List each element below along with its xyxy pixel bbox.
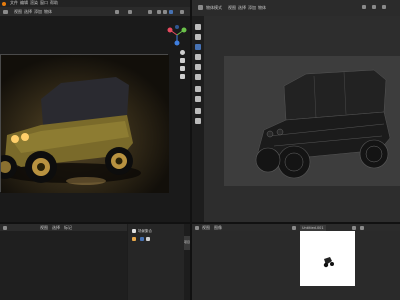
shading-render-icon[interactable] <box>169 9 173 14</box>
menu-file[interactable]: 文件 <box>10 0 18 6</box>
rotate-icon[interactable] <box>195 54 201 60</box>
image-menu-image[interactable]: 图像 <box>214 225 222 231</box>
extra-tool-icon[interactable] <box>195 118 201 124</box>
right-menu-select[interactable]: 选择 <box>238 5 246 11</box>
right-viewport[interactable] <box>204 16 400 222</box>
side-tab-label: 项目 <box>184 240 191 244</box>
image-editor-icon[interactable] <box>195 225 199 230</box>
viewport-menu-object[interactable]: 物体 <box>44 9 52 15</box>
outliner-row[interactable]: 场景集合 <box>132 228 180 234</box>
outliner-item-label: 场景集合 <box>138 229 152 233</box>
right-overlay-icon[interactable] <box>362 5 366 9</box>
shading-wire-icon[interactable] <box>157 9 161 14</box>
navigation-gizmo[interactable] <box>166 24 188 46</box>
image-menu-view[interactable]: 视图 <box>202 225 210 231</box>
outliner-panel: 场景集合 <box>128 224 184 300</box>
timeline-editor-icon[interactable] <box>3 225 7 230</box>
transform-icon[interactable] <box>195 74 201 80</box>
image-pin-icon[interactable] <box>352 225 356 230</box>
left-viewport-header: 视图 选择 添加 物体 <box>0 7 190 16</box>
image-editor-header: 视图 图像 Untitled.001 <box>192 224 400 231</box>
blender-logo-icon[interactable] <box>2 1 6 6</box>
cursor-icon[interactable] <box>195 24 201 30</box>
shading-solid-icon[interactable] <box>163 9 167 14</box>
right-viewport-header: 物体模式 视图 选择 添加 物体 <box>192 0 400 16</box>
hand-icon[interactable] <box>180 58 185 63</box>
left-viewport[interactable] <box>0 16 190 222</box>
vintage-car-render <box>1 55 169 193</box>
editor-type-icon[interactable] <box>3 9 8 14</box>
zoom-icon[interactable] <box>180 50 185 55</box>
bottom-menu-view[interactable]: 视图 <box>40 225 48 231</box>
scale-icon[interactable] <box>195 64 201 70</box>
move-icon[interactable] <box>195 44 201 50</box>
right-dropdown-icon[interactable] <box>382 5 386 9</box>
vintage-car-wireframe <box>255 69 391 179</box>
tool-column <box>192 16 204 126</box>
bottom-left-panel[interactable] <box>0 231 127 300</box>
annotate-icon[interactable] <box>195 86 201 92</box>
menu-edit[interactable]: 编辑 <box>20 0 28 6</box>
camera-frame <box>0 54 169 193</box>
snap-icon[interactable] <box>115 9 119 14</box>
viewport-menu-add[interactable]: 添加 <box>34 9 42 15</box>
image-editor-canvas[interactable] <box>192 231 400 300</box>
image-browse-icon[interactable] <box>292 225 296 230</box>
add-cube-icon[interactable] <box>195 108 201 114</box>
bottom-menu-select[interactable]: 选择 <box>52 225 60 231</box>
proportional-icon[interactable] <box>128 9 132 14</box>
grid-icon[interactable] <box>180 74 185 79</box>
overlay-icon[interactable] <box>148 9 152 14</box>
shading-dropdown-icon[interactable] <box>180 9 184 14</box>
collection-icon <box>132 229 136 233</box>
select-icon[interactable] <box>195 34 201 40</box>
scene-icon <box>132 237 136 241</box>
image-name-field[interactable]: Untitled.001 <box>300 224 326 231</box>
menu-render[interactable]: 渲染 <box>30 0 38 6</box>
side-tab[interactable]: 项目 <box>184 236 190 250</box>
right-menu-add[interactable]: 添加 <box>248 5 256 11</box>
menu-help[interactable]: 帮助 <box>50 0 58 6</box>
viewport-menu-select[interactable]: 选择 <box>24 9 32 15</box>
viewport-grey-backdrop <box>224 56 400 186</box>
measure-icon[interactable] <box>195 96 201 102</box>
editor-type-icon[interactable] <box>198 5 203 10</box>
camera-icon[interactable] <box>180 66 185 71</box>
mode-selector[interactable]: 物体模式 <box>206 5 222 11</box>
camera-object-icon[interactable] <box>146 237 150 241</box>
visibility-icon[interactable] <box>140 237 144 241</box>
bottom-menu-marker[interactable]: 标记 <box>64 225 72 231</box>
menu-window[interactable]: 窗口 <box>40 0 48 6</box>
viewport-menu-view[interactable]: 视图 <box>14 9 22 15</box>
bottom-left-header: 视图 选择 标记 <box>0 224 127 231</box>
small-car-thumbnail <box>323 257 334 268</box>
right-menu-view[interactable]: 视图 <box>228 5 236 11</box>
right-menu-object[interactable]: 物体 <box>258 5 266 11</box>
image-close-icon[interactable] <box>360 225 364 230</box>
outliner-row-active[interactable] <box>132 236 180 242</box>
render-result-image <box>300 231 355 286</box>
right-shading-icon[interactable] <box>372 5 376 9</box>
